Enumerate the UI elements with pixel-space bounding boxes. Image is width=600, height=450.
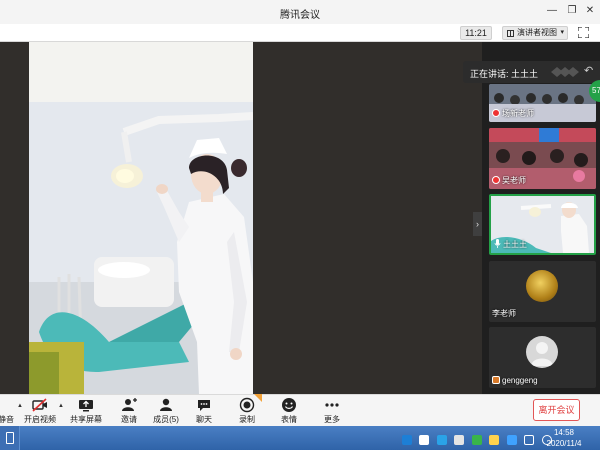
window-title: 腾讯会议 [280, 10, 320, 21]
view-mode-label: 演讲者视图 [517, 28, 557, 37]
chevron-down-icon: ▾ [560, 29, 564, 36]
members-icon [160, 398, 172, 411]
close-button[interactable]: ✕ [584, 5, 596, 17]
tray-app-icon[interactable] [402, 435, 412, 445]
speaker-video-frame [29, 42, 253, 394]
tablet-icon [6, 432, 14, 444]
participant-name: 土土土 [494, 239, 527, 250]
participant-name: 场新老师 [492, 108, 534, 119]
emoji-icon [282, 398, 296, 412]
invite-user-icon [122, 398, 137, 411]
share-screen-icon [79, 400, 93, 412]
os-taskbar: 14:58 2020/11/4 [0, 426, 600, 450]
participant-tile[interactable]: 场新老师 [489, 84, 596, 122]
view-mode-button[interactable]: 演讲者视图 ▾ [502, 26, 568, 40]
restore-button[interactable]: ❐ [566, 5, 578, 17]
meeting-duration: 11:21 [460, 26, 492, 40]
record-icon [239, 397, 255, 413]
host-icon [492, 176, 500, 184]
return-icon[interactable]: ↶ [584, 64, 593, 77]
more-icon [325, 403, 339, 407]
participant-name: 李老师 [492, 309, 516, 318]
microphone-icon [494, 239, 501, 248]
speaking-text: 正在讲话: 土土土 [470, 69, 539, 79]
participant-tile[interactable]: genggeng [489, 327, 596, 388]
tray-app-icon[interactable] [454, 435, 465, 445]
members-button[interactable]: 成员(5) [152, 397, 180, 425]
tray-network-icon[interactable] [506, 435, 517, 445]
camera-off-icon [32, 398, 47, 412]
system-clock[interactable]: 14:58 2020/11/4 [536, 427, 592, 449]
tray-shield-icon[interactable] [489, 435, 500, 445]
tray-app-icon[interactable] [436, 435, 447, 445]
speaking-indicator: 正在讲话: 土土土 ↶ [463, 61, 600, 83]
invite-button[interactable]: 邀请 [118, 397, 140, 425]
tray-app-icon[interactable] [471, 435, 482, 445]
meeting-window: 腾讯会议 — ❐ ✕ 11:21 演讲者视图 ▾ › 场新老师 吴老师 土土土 … [0, 0, 600, 450]
minimize-button[interactable]: — [546, 5, 558, 17]
share-screen-button[interactable]: 共享屏幕 [70, 397, 102, 425]
more-button[interactable]: 更多 [322, 397, 342, 425]
tray-app-icon[interactable] [419, 435, 430, 445]
main-stage [0, 42, 482, 394]
host-icon [492, 109, 500, 117]
participant-tile[interactable]: 吴老师 [489, 128, 596, 189]
user-status-icon [492, 376, 500, 384]
participant-name: 吴老师 [492, 175, 526, 186]
video-options-caret[interactable]: ▲ [58, 403, 64, 409]
microphone-icon [0, 397, 12, 413]
layout-icon [507, 30, 514, 37]
fullscreen-icon[interactable] [578, 27, 589, 38]
leave-meeting-button[interactable]: 离开会议 [533, 399, 580, 421]
chat-icon [198, 400, 210, 411]
avatar [526, 270, 558, 302]
participant-tile[interactable]: 李老师 [489, 261, 596, 322]
meeting-toolbar: 静音 ▲ 开启视频 ▲ 共享屏幕 邀请 成员(5) 聊天 录制 表情 更多 离开… [0, 394, 600, 426]
avatar [526, 336, 558, 368]
mute-button[interactable]: 静音 [0, 397, 14, 425]
clock-date: 2020/11/4 [546, 439, 582, 448]
emoji-button[interactable]: 表情 [279, 397, 299, 425]
record-notice-marker [254, 394, 262, 402]
system-tray [402, 432, 555, 445]
meeting-top-bar: 11:21 演讲者视图 ▾ [0, 24, 600, 42]
speaker-video [29, 42, 253, 394]
user-icon [531, 342, 553, 366]
chat-button[interactable]: 聊天 [194, 397, 214, 425]
start-button[interactable] [0, 426, 20, 450]
start-video-button[interactable]: 开启视频 [23, 397, 57, 425]
clock-time: 14:58 [553, 428, 575, 437]
collapse-sidebar-button[interactable]: › [473, 212, 482, 236]
audio-wave-icon [551, 67, 579, 77]
participant-name: genggeng [492, 376, 538, 385]
signal-icon[interactable] [524, 435, 535, 445]
title-bar: 腾讯会议 — ❐ ✕ [0, 0, 600, 24]
participant-tile-active[interactable]: 土土土 [489, 194, 596, 255]
